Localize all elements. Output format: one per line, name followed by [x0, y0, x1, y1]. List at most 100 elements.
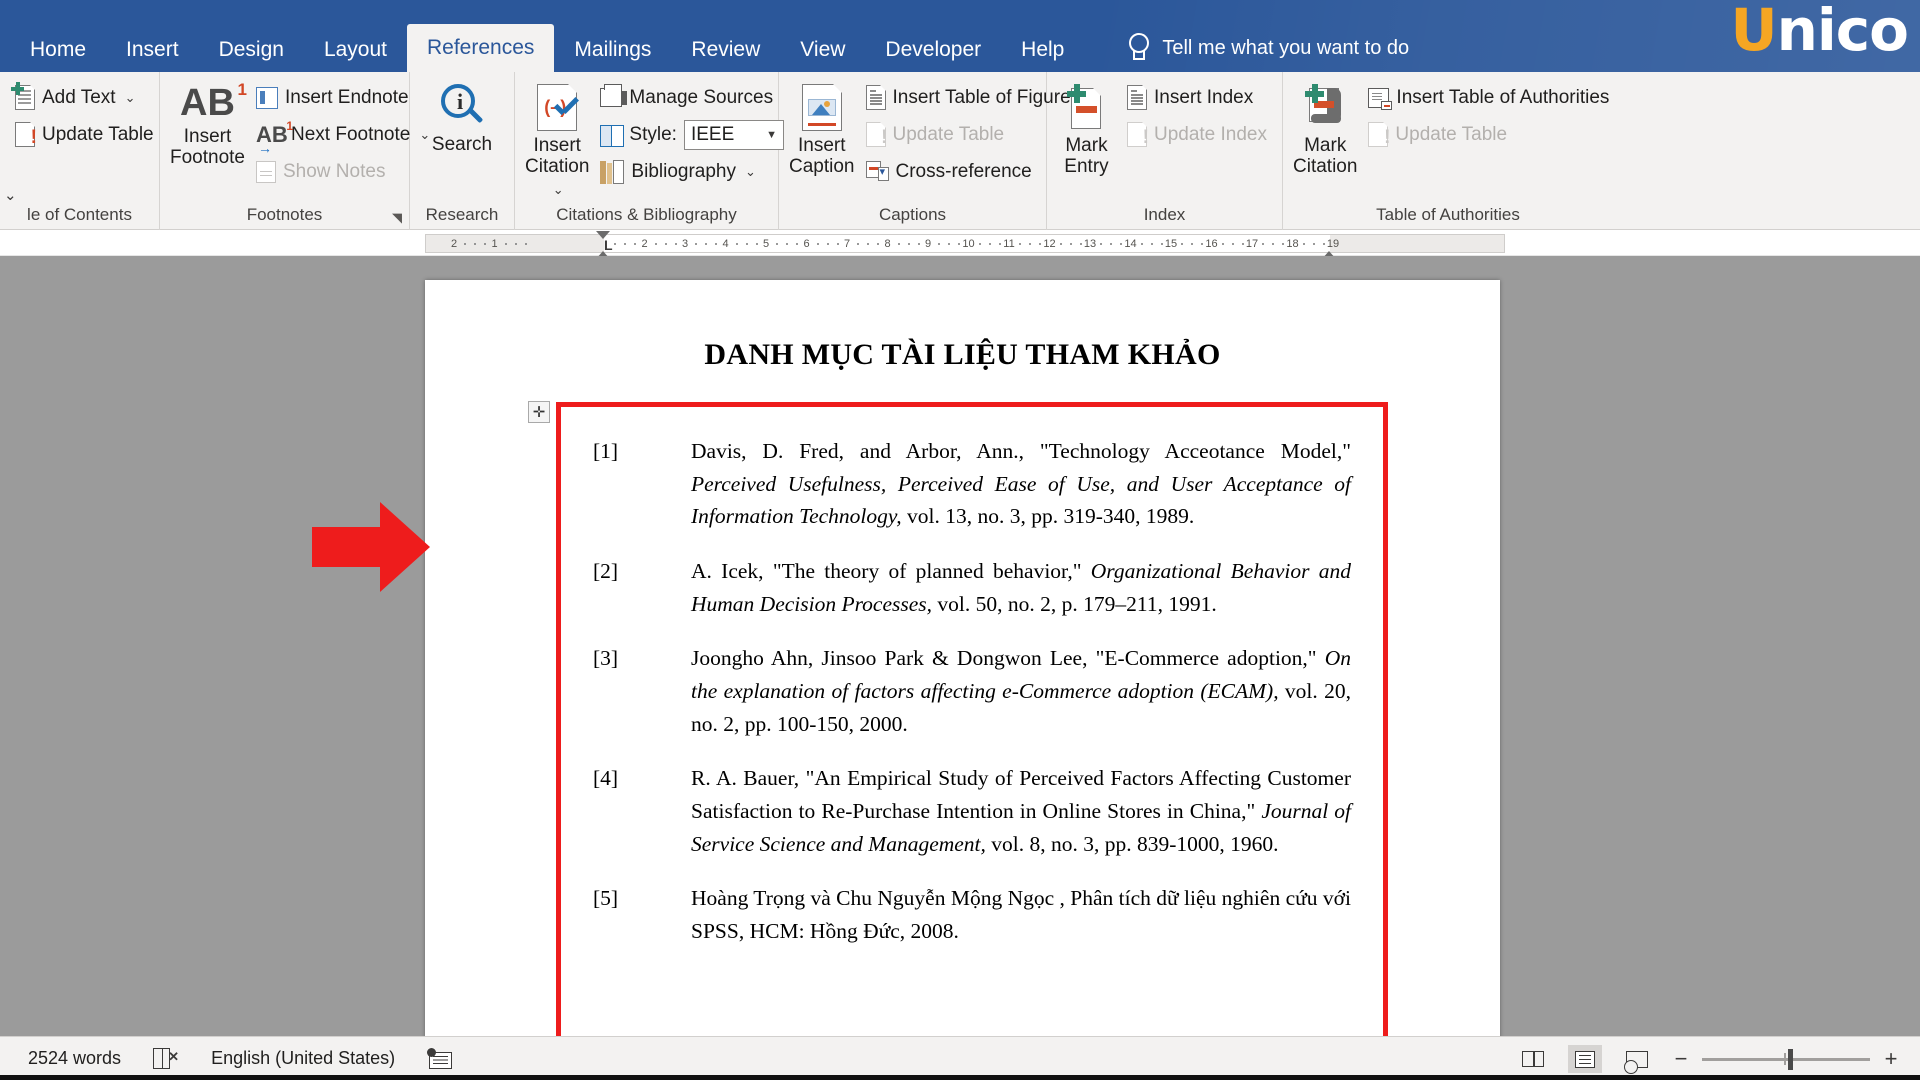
tab-insert[interactable]: Insert: [106, 27, 199, 72]
tab-developer[interactable]: Developer: [865, 27, 1001, 72]
zoom-in-button[interactable]: +: [1882, 1048, 1900, 1070]
ruler-tick-label: 3: [681, 238, 689, 250]
bibliography-entry-number: [2]: [593, 559, 619, 584]
update-index-label: Update Index: [1153, 123, 1267, 145]
ribbon-group-captions: Insert Caption Insert Table of Figures !: [779, 72, 1080, 230]
bibliography-entry-number: [3]: [593, 646, 619, 671]
ruler-tick-dot: [624, 243, 627, 245]
group-label-research: Research: [425, 205, 499, 224]
view-read-mode-button[interactable]: [1516, 1045, 1550, 1073]
insert-table-of-authorities-label: Insert Table of Authorities: [1396, 86, 1610, 108]
insert-table-of-figures-icon: [865, 84, 887, 110]
insert-table-of-authorities-button[interactable]: Insert Table of Authorities: [1363, 82, 1614, 113]
tab-references[interactable]: References: [407, 24, 555, 72]
word-application-window: Home Insert Design Layout References Mai…: [0, 0, 1920, 1080]
tab-help[interactable]: Help: [1001, 27, 1084, 72]
ruler-tick-label: 13: [1083, 238, 1097, 250]
update-index-button: ! Update Index: [1122, 119, 1272, 150]
annotation-arrow-icon: [312, 502, 430, 592]
bibliography-label: Bibliography: [631, 160, 736, 182]
toc-collapse-chevron-icon[interactable]: ⌄: [4, 186, 17, 204]
ruler-tick-dot: [1201, 243, 1204, 245]
tab-mailings[interactable]: Mailings: [554, 27, 671, 72]
mark-entry-label-line2: Entry: [1064, 156, 1109, 178]
bibliography-entry: [3] Joongho Ahn, Jinsoo Park & Dongwon Le…: [593, 642, 1351, 740]
bibliography-entry: [2] A. Icek, "The theory of planned behav…: [593, 555, 1351, 620]
view-web-layout-button[interactable]: [1620, 1045, 1654, 1074]
citation-style-select[interactable]: IEEE ▼: [683, 119, 784, 150]
insert-footnote-button[interactable]: AB 1 Insert Footnote: [170, 81, 247, 169]
insert-endnote-label: Insert Endnote: [285, 86, 409, 108]
view-print-layout-button[interactable]: [1568, 1045, 1602, 1073]
mark-citation-button[interactable]: Mark Citation: [1293, 82, 1357, 178]
ruler-tick-dot: [524, 243, 527, 245]
ribbon: Add Text ⌄ ! Update Table ⌄ le of Conten…: [0, 72, 1920, 230]
insert-caption-label-line2: Caption: [789, 156, 855, 178]
ruler-tick-dot: [826, 243, 829, 245]
bibliography-list[interactable]: [1] Davis, D. Fred, and Arbor, Ann., "Tec…: [561, 407, 1383, 948]
show-notes-label: Show Notes: [283, 160, 386, 182]
update-table-toc-button[interactable]: ! Update Table: [10, 119, 159, 150]
status-bar-right: − +: [1516, 1037, 1900, 1080]
zoom-out-button[interactable]: −: [1672, 1048, 1690, 1070]
insert-caption-button[interactable]: Insert Caption: [789, 82, 855, 178]
ruler-tick-dot: [948, 243, 951, 245]
ruler-tick-dot: [705, 243, 708, 245]
insert-citation-icon: (–): [537, 83, 579, 131]
ruler-tick-dot: [755, 243, 758, 245]
next-footnote-button[interactable]: AB 1 → Next Footnote ⌄: [251, 119, 435, 155]
tab-home[interactable]: Home: [10, 27, 106, 72]
manage-sources-button[interactable]: Manage Sources: [595, 82, 789, 113]
mark-entry-button[interactable]: Mark Entry: [1057, 82, 1116, 178]
horizontal-ruler[interactable]: 2 1 2 3 4 5 6 7 8 9 10 11 12 13 14 15 16 17 18 19 L: [425, 231, 1505, 259]
update-table-icon: !: [15, 121, 37, 147]
tab-layout[interactable]: Layout: [304, 27, 407, 72]
group-label-index: Index: [1143, 205, 1186, 224]
proofing-errors-icon[interactable]: ✕: [153, 1047, 179, 1070]
selected-content-control-box[interactable]: ✛ [1] Davis, D. Fred, and Arbor, Ann., "T…: [528, 401, 1388, 1036]
tab-review[interactable]: Review: [671, 27, 780, 72]
ruler-ticks: 2 1 2 3 4 5 6 7 8 9 10 11 12 13 14 15 16 17 18 19: [426, 235, 1504, 252]
bibliography-button[interactable]: Bibliography ⌄: [595, 156, 789, 187]
ruler-tick-dot: [1029, 243, 1032, 245]
watermark-logo: Unico: [1730, 0, 1909, 64]
lightbulb-icon: [1126, 33, 1150, 63]
tell-me-box[interactable]: Tell me what you want to do: [1126, 33, 1409, 63]
insert-endnote-icon: [256, 83, 282, 109]
screen-bottom-edge: [0, 1075, 1920, 1080]
first-line-indent-marker[interactable]: [596, 231, 610, 239]
ruler-tick-label: 18: [1286, 238, 1299, 250]
document-page[interactable]: DANH MỤC TÀI LIỆU THAM KHẢO ✛ [1] Davis, …: [312, 280, 1500, 1036]
status-bar: 2524 words ✕ English (United States) − +: [0, 1036, 1920, 1080]
language-label[interactable]: English (United States): [211, 1048, 395, 1069]
insert-citation-button[interactable]: (–) Insert Citation ⌄: [525, 82, 589, 199]
zoom-slider[interactable]: [1702, 1048, 1870, 1070]
insert-footnote-label-line2: Footnote: [170, 147, 245, 169]
add-text-button[interactable]: Add Text ⌄: [10, 82, 159, 113]
word-count-label[interactable]: 2524 words: [28, 1048, 121, 1069]
search-button[interactable]: Search: [420, 82, 504, 155]
ruler-tick-dot: [715, 243, 718, 245]
cross-reference-icon: [865, 160, 889, 183]
accessibility-icon[interactable]: [427, 1047, 453, 1070]
move-handle-icon[interactable]: ✛: [528, 401, 550, 423]
ruler-tick-label: 16: [1205, 238, 1218, 250]
mark-citation-label-line2: Citation: [1293, 156, 1358, 178]
ruler-tick-dot: [1262, 243, 1265, 245]
ruler-tick-dot: [614, 243, 617, 245]
update-index-icon: !: [1126, 121, 1149, 147]
insert-endnote-button[interactable]: Insert Endnote: [251, 82, 435, 113]
insert-table-of-authorities-icon: [1368, 87, 1393, 110]
ruler-tick-label: 10: [962, 238, 975, 250]
insert-caption-label-line1: Insert: [797, 135, 846, 156]
ruler-tick-dot: [988, 243, 991, 245]
tab-view[interactable]: View: [780, 27, 865, 72]
insert-index-button[interactable]: Insert Index: [1122, 82, 1272, 113]
tell-me-label: Tell me what you want to do: [1162, 36, 1410, 59]
ruler-tick-dot: [484, 243, 486, 245]
zoom-slider-thumb[interactable]: [1788, 1048, 1793, 1070]
ruler-tick-dot: [464, 243, 466, 245]
tab-design[interactable]: Design: [199, 27, 304, 72]
ruler-tick-dot: [978, 243, 981, 245]
style-label: Style:: [629, 123, 677, 145]
